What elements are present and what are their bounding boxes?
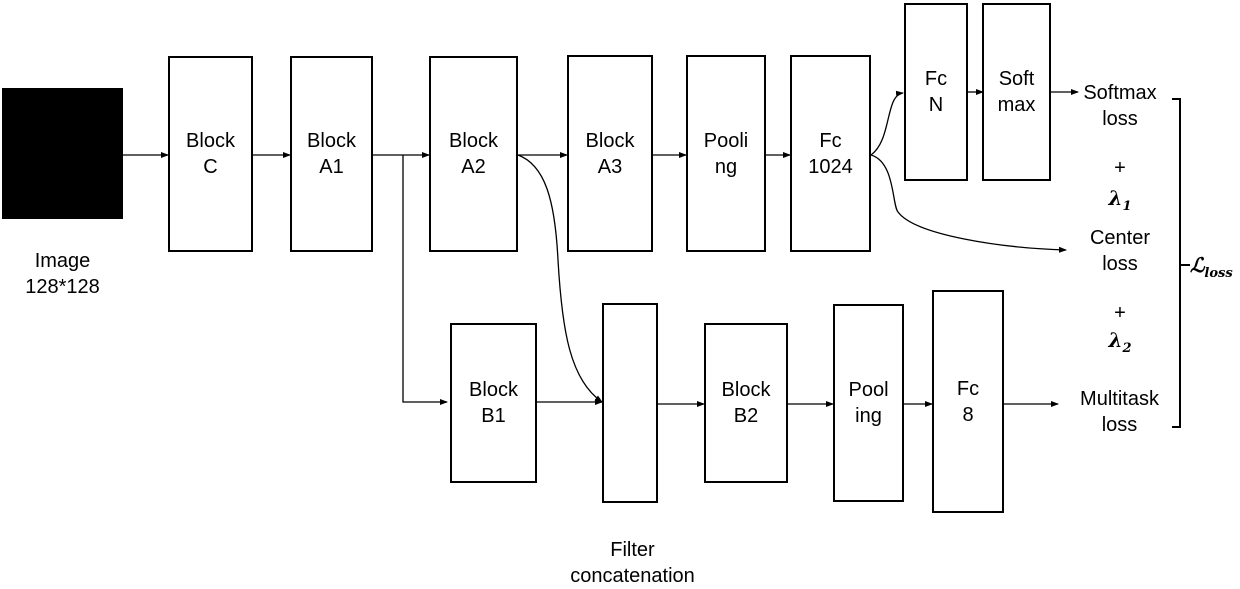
block-a3-line2: A3 bbox=[597, 155, 623, 178]
lambda-1-sub: 1 bbox=[1122, 199, 1132, 214]
block-b1-line2: B1 bbox=[481, 405, 506, 427]
input-size: 128*128 bbox=[25, 276, 100, 298]
filter-concat-label: Filter concatenation bbox=[560, 537, 705, 589]
softmax-loss-label: Softmax loss bbox=[1070, 80, 1170, 132]
center-loss-line1: Center bbox=[1089, 227, 1151, 249]
block-a2-line1: Block bbox=[449, 130, 498, 152]
lambda-1-symbol: λ bbox=[1108, 186, 1123, 210]
lambda-2-sub: 2 bbox=[1122, 341, 1132, 356]
center-loss-line2: loss bbox=[1102, 253, 1138, 275]
fc-1024: Fc 1024 bbox=[790, 55, 871, 252]
pooling-top-line2: ng bbox=[714, 155, 738, 178]
block-b2-line2: B2 bbox=[733, 405, 759, 427]
block-a2-line2: A2 bbox=[461, 156, 486, 178]
block-a3: Block A3 bbox=[567, 55, 653, 252]
multitask-loss-label: Multitask loss bbox=[1062, 386, 1177, 438]
block-a1-line2: A1 bbox=[319, 156, 344, 178]
pooling-bottom-line2: ing bbox=[855, 405, 882, 427]
block-a2: Block A2 bbox=[429, 56, 518, 252]
pooling-bottom: Pool ing bbox=[833, 304, 904, 502]
arrow-fc1024-to-fcn bbox=[870, 90, 904, 156]
total-loss-label: ℒloss bbox=[1190, 252, 1240, 287]
block-c-line2: C bbox=[203, 156, 218, 178]
fc-8: Fc 8 bbox=[932, 290, 1004, 513]
softmax-line1: Soft bbox=[998, 68, 1035, 90]
multitask-loss-line2: loss bbox=[1101, 414, 1138, 436]
fc-8-line1: Fc bbox=[956, 377, 980, 400]
plus-2: + bbox=[1114, 302, 1126, 324]
fc-n-line1: Fc bbox=[924, 68, 948, 90]
plus-1: + bbox=[1114, 157, 1126, 179]
pooling-top-line1: Pooli bbox=[703, 129, 749, 152]
softmax-line2: max bbox=[997, 94, 1036, 116]
input-name: Image bbox=[34, 250, 91, 272]
block-b1: Block B1 bbox=[450, 323, 537, 483]
total-loss-bracket bbox=[1172, 98, 1190, 428]
block-c-line1: Block bbox=[186, 130, 235, 152]
lambda-2: λ2 bbox=[1095, 327, 1145, 362]
pooling-top: Pooli ng bbox=[686, 55, 766, 252]
filter-concat-label-line2: concatenation bbox=[570, 565, 695, 587]
pooling-bottom-line1: Pool bbox=[848, 379, 889, 401]
fc-1024-line1: Fc bbox=[819, 129, 842, 152]
lambda-1: λ1 bbox=[1095, 185, 1145, 220]
block-a1: Block A1 bbox=[290, 56, 373, 252]
block-b1-line1: Block bbox=[469, 379, 518, 401]
block-c: Block C bbox=[168, 56, 253, 252]
fc-n-line2: N bbox=[928, 94, 944, 116]
block-b2-line1: Block bbox=[721, 379, 771, 401]
block-b2: Block B2 bbox=[704, 323, 788, 483]
softmax-block: Soft max bbox=[982, 3, 1051, 181]
total-loss-sub: loss bbox=[1204, 266, 1233, 281]
fc-8-line2: 8 bbox=[962, 403, 974, 426]
block-a3-line1: Block bbox=[585, 129, 635, 152]
filter-concat bbox=[602, 303, 658, 503]
input-image-label: Image 128*128 bbox=[0, 248, 125, 300]
filter-concat-label-line1: Filter bbox=[610, 539, 655, 561]
total-loss-symbol: ℒ bbox=[1190, 253, 1205, 277]
block-a1-line1: Block bbox=[307, 130, 356, 152]
softmax-loss-line1: Softmax bbox=[1083, 82, 1157, 104]
input-image bbox=[2, 88, 123, 219]
center-loss-label: Center loss bbox=[1070, 225, 1170, 277]
lambda-2-symbol: λ bbox=[1108, 328, 1123, 352]
fc-1024-line2: 1024 bbox=[808, 155, 853, 178]
softmax-loss-line2: loss bbox=[1102, 108, 1138, 130]
fc-n: Fc N bbox=[904, 3, 968, 181]
multitask-loss-line1: Multitask bbox=[1080, 388, 1159, 410]
